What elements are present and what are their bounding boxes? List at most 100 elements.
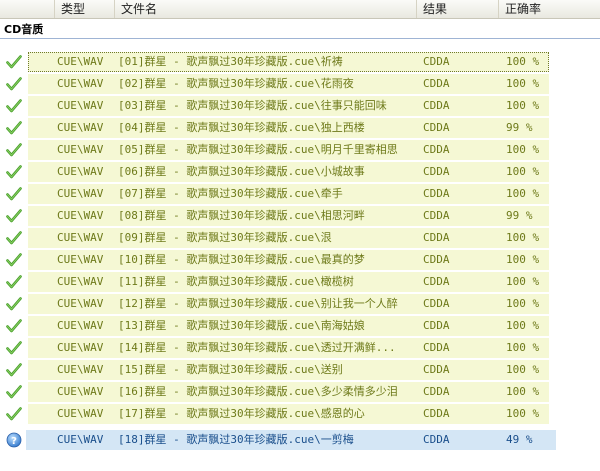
column-header: 类型 文件名 结果 正确率 xyxy=(0,0,600,19)
column-header-icon[interactable] xyxy=(0,0,54,18)
table-row[interactable]: CUE\WAV [07]群星 - 歌声飘过30年珍藏版.cue\牵手 CDDA 100… xyxy=(0,183,600,205)
row-result: CDDA xyxy=(423,187,450,200)
check-icon xyxy=(6,208,22,224)
row-result: CDDA xyxy=(423,143,450,156)
row-type: CUE\WAV xyxy=(57,319,104,332)
row-filename: [05]群星 - 歌声飘过30年珍藏版.cue\明月千里寄相思 xyxy=(118,143,398,156)
row-result: CDDA xyxy=(423,77,450,90)
row-accuracy: 100 % xyxy=(506,99,540,112)
check-icon xyxy=(6,76,22,92)
row-result: CDDA xyxy=(423,341,450,354)
row-filename: [09]群星 - 歌声飘过30年珍藏版.cue\泿 xyxy=(118,231,332,244)
group-title: CD音质 xyxy=(4,23,44,36)
row-filename: [10]群星 - 歌声飘过30年珍藏版.cue\最真的梦 xyxy=(118,253,365,266)
check-icon xyxy=(6,120,22,136)
row-accuracy: 100 % xyxy=(506,275,540,288)
table-row[interactable]: CUE\WAV [04]群星 - 歌声飘过30年珍藏版.cue\独上西楼 CDDA 9… xyxy=(0,117,600,139)
row-accuracy: 100 % xyxy=(506,253,540,266)
row-filename: [18]群星 - 歌声飘过30年珍藏版.cue\一剪梅 xyxy=(118,433,354,446)
column-header-result[interactable]: 结果 xyxy=(416,0,498,18)
column-header-filename[interactable]: 文件名 xyxy=(114,0,416,18)
table-row[interactable]: ? CUE\WAV [18]群星 - 歌声飘过30年珍藏版.cue\一剪梅 CDDA 4… xyxy=(0,429,600,451)
row-result: CDDA xyxy=(423,385,450,398)
row-accuracy: 49 % xyxy=(506,433,533,446)
table-row[interactable]: CUE\WAV [12]群星 - 歌声飘过30年珍藏版.cue\别让我一个人醉 CD… xyxy=(0,293,600,315)
row-filename: [01]群星 - 歌声飘过30年珍藏版.cue\祈祷 xyxy=(118,55,343,68)
row-filename: [08]群星 - 歌声飘过30年珍藏版.cue\相思河畔 xyxy=(118,209,365,222)
row-result: CDDA xyxy=(423,275,450,288)
table-row[interactable]: CUE\WAV [14]群星 - 歌声飘过30年珍藏版.cue\透过开满鲜... C… xyxy=(0,337,600,359)
row-type: CUE\WAV xyxy=(57,55,104,68)
row-accuracy: 99 % xyxy=(506,121,533,134)
row-accuracy: 100 % xyxy=(506,363,540,376)
row-result: CDDA xyxy=(423,253,450,266)
row-result: CDDA xyxy=(423,99,450,112)
table-row[interactable]: CUE\WAV [16]群星 - 歌声飘过30年珍藏版.cue\多少柔情多少泪 CD… xyxy=(0,381,600,403)
row-accuracy: 100 % xyxy=(506,297,540,310)
table-row[interactable]: CUE\WAV [06]群星 - 歌声飘过30年珍藏版.cue\小城故事 CDDA 1… xyxy=(0,161,600,183)
table-row[interactable]: CUE\WAV [03]群星 - 歌声飘过30年珍藏版.cue\往事只能回味 CDD… xyxy=(0,95,600,117)
group-divider xyxy=(0,38,600,39)
column-header-type[interactable]: 类型 xyxy=(54,0,114,18)
row-type: CUE\WAV xyxy=(57,165,104,178)
check-icon xyxy=(6,406,22,422)
check-icon xyxy=(6,340,22,356)
row-accuracy: 100 % xyxy=(506,231,540,244)
column-header-label: 文件名 xyxy=(121,2,158,16)
row-result: CDDA xyxy=(423,231,450,244)
row-filename: [16]群星 - 歌声飘过30年珍藏版.cue\多少柔情多少泪 xyxy=(118,385,398,398)
row-type: CUE\WAV xyxy=(57,433,104,446)
row-type: CUE\WAV xyxy=(57,121,104,134)
row-result: CDDA xyxy=(423,297,450,310)
column-header-label: 正确率 xyxy=(505,2,542,16)
row-type: CUE\WAV xyxy=(57,143,104,156)
row-result: CDDA xyxy=(423,319,450,332)
row-type: CUE\WAV xyxy=(57,297,104,310)
table-row[interactable]: CUE\WAV [09]群星 - 歌声飘过30年珍藏版.cue\泿 CDDA 100 … xyxy=(0,227,600,249)
row-accuracy: 100 % xyxy=(506,165,540,178)
check-icon xyxy=(6,274,22,290)
row-filename: [17]群星 - 歌声飘过30年珍藏版.cue\感恩的心 xyxy=(118,407,365,420)
row-filename: [13]群星 - 歌声飘过30年珍藏版.cue\南海姑娘 xyxy=(118,319,365,332)
row-filename: [04]群星 - 歌声飘过30年珍藏版.cue\独上西楼 xyxy=(118,121,365,134)
row-filename: [06]群星 - 歌声飘过30年珍藏版.cue\小城故事 xyxy=(118,165,365,178)
check-icon xyxy=(6,164,22,180)
check-icon xyxy=(6,98,22,114)
table-row[interactable]: CUE\WAV [01]群星 - 歌声飘过30年珍藏版.cue\祈祷 CDDA 100… xyxy=(0,51,600,73)
column-header-accuracy[interactable]: 正确率 xyxy=(498,0,600,18)
question-icon: ? xyxy=(6,432,22,448)
row-type: CUE\WAV xyxy=(57,407,104,420)
check-icon xyxy=(6,142,22,158)
row-result: CDDA xyxy=(423,363,450,376)
row-result: CDDA xyxy=(423,209,450,222)
row-result: CDDA xyxy=(423,407,450,420)
table-row[interactable]: CUE\WAV [11]群星 - 歌声飘过30年珍藏版.cue\橄榄树 CDDA 10… xyxy=(0,271,600,293)
row-accuracy: 100 % xyxy=(506,407,540,420)
row-filename: [03]群星 - 歌声飘过30年珍藏版.cue\往事只能回味 xyxy=(118,99,387,112)
svg-text:?: ? xyxy=(11,436,17,447)
row-accuracy: 100 % xyxy=(506,143,540,156)
table-row[interactable]: CUE\WAV [02]群星 - 歌声飘过30年珍藏版.cue\花雨夜 CDDA 10… xyxy=(0,73,600,95)
check-icon xyxy=(6,230,22,246)
row-accuracy: 100 % xyxy=(506,341,540,354)
row-type: CUE\WAV xyxy=(57,77,104,90)
check-icon xyxy=(6,252,22,268)
table-row[interactable]: CUE\WAV [17]群星 - 歌声飘过30年珍藏版.cue\感恩的心 CDDA 1… xyxy=(0,403,600,425)
row-type: CUE\WAV xyxy=(57,363,104,376)
row-result: CDDA xyxy=(423,55,450,68)
column-header-label: 结果 xyxy=(423,2,448,16)
table-row[interactable]: CUE\WAV [05]群星 - 歌声飘过30年珍藏版.cue\明月千里寄相思 CD… xyxy=(0,139,600,161)
table-row[interactable]: CUE\WAV [13]群星 - 歌声飘过30年珍藏版.cue\南海姑娘 CDDA 1… xyxy=(0,315,600,337)
row-accuracy: 100 % xyxy=(506,385,540,398)
table-row[interactable]: CUE\WAV [15]群星 - 歌声飘过30年珍藏版.cue\送别 CDDA 100… xyxy=(0,359,600,381)
table-row[interactable]: CUE\WAV [10]群星 - 歌声飘过30年珍藏版.cue\最真的梦 CDDA 1… xyxy=(0,249,600,271)
row-type: CUE\WAV xyxy=(57,187,104,200)
row-filename: [14]群星 - 歌声飘过30年珍藏版.cue\透过开满鲜... xyxy=(118,341,396,354)
row-type: CUE\WAV xyxy=(57,385,104,398)
table-row[interactable]: CUE\WAV [08]群星 - 歌声飘过30年珍藏版.cue\相思河畔 CDDA 9… xyxy=(0,205,600,227)
row-type: CUE\WAV xyxy=(57,275,104,288)
check-icon xyxy=(6,362,22,378)
row-type: CUE\WAV xyxy=(57,209,104,222)
row-result: CDDA xyxy=(423,165,450,178)
row-filename: [15]群星 - 歌声飘过30年珍藏版.cue\送别 xyxy=(118,363,343,376)
